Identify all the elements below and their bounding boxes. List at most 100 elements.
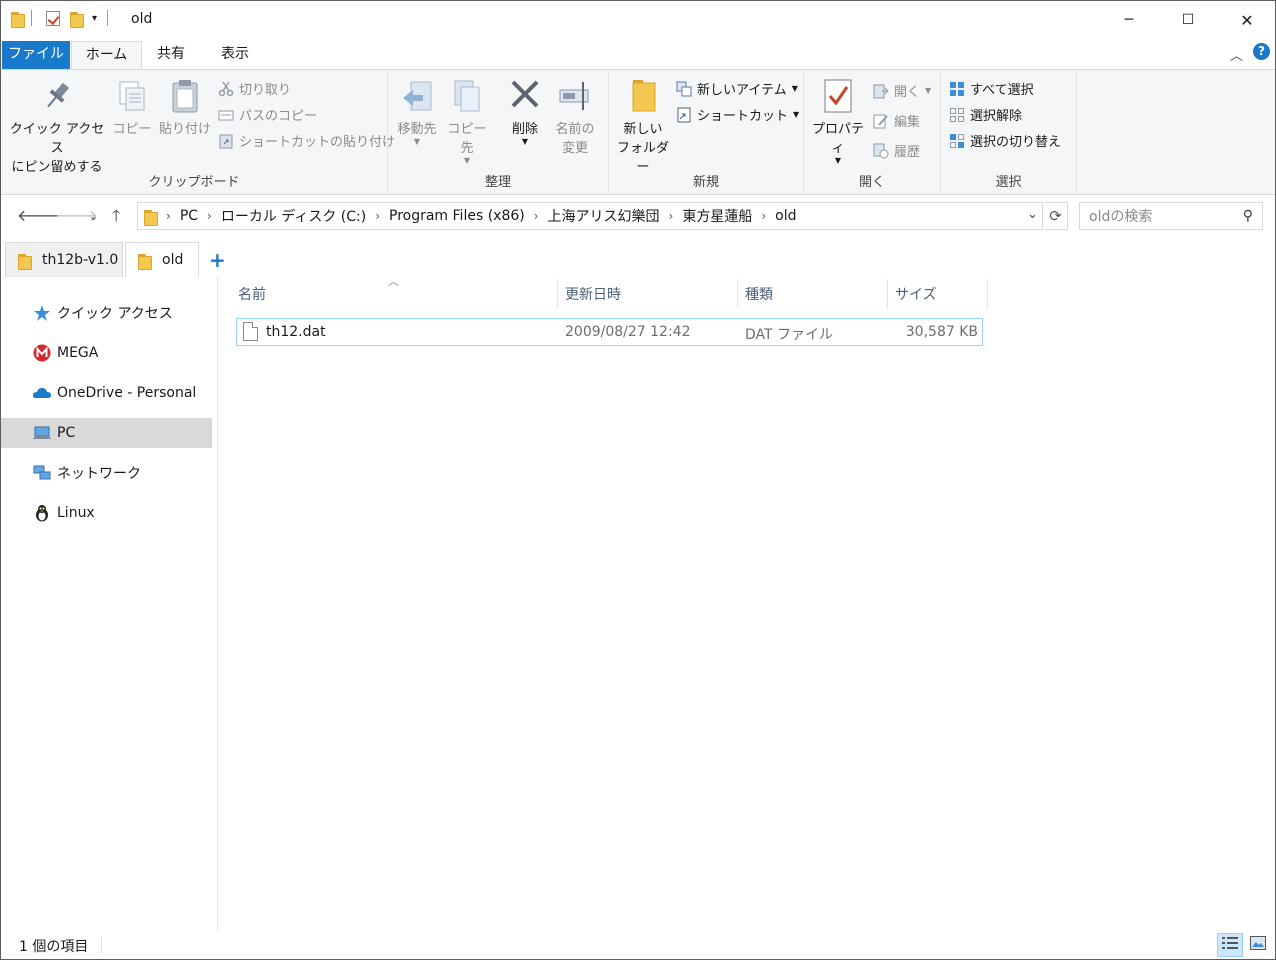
edit-label: 編集	[894, 115, 921, 130]
properties-label: プロパティ	[811, 122, 864, 156]
history-button[interactable]: 履歴	[873, 141, 920, 160]
copy-path-icon	[218, 107, 234, 123]
open-button[interactable]: 開く ▼	[873, 81, 931, 100]
copy-label: コピー	[112, 122, 152, 137]
breadcrumb-shanghai-alice[interactable]: 上海アリス幻樂団	[548, 206, 660, 226]
refresh-icon[interactable]: ⟳	[1044, 202, 1068, 230]
large-icons-view-button[interactable]	[1245, 933, 1271, 957]
column-header-type[interactable]: 種類	[737, 277, 887, 311]
new-folder-qat-icon[interactable]	[70, 11, 84, 28]
file-icon	[243, 322, 258, 341]
folder-icon	[138, 253, 152, 270]
nav-label: PC	[57, 425, 76, 441]
file-size: 30,587 KB	[905, 324, 978, 340]
tab-share[interactable]: 共有	[145, 41, 197, 69]
column-header-size[interactable]: サイズ	[887, 277, 987, 311]
close-button[interactable]: ✕	[1224, 1, 1270, 39]
folder-tab-th12b[interactable]: th12b-v1.0	[5, 242, 123, 277]
chevron-down-icon: ▼	[791, 84, 798, 93]
folder-tab-label: th12b-v1.0	[42, 252, 119, 268]
address-dropdown-chevron-icon[interactable]: ⌄	[1027, 207, 1038, 222]
help-icon[interactable]: ?	[1253, 43, 1270, 60]
collapse-ribbon-chevron-icon[interactable]: ︿	[1230, 45, 1243, 64]
address-bar[interactable]: › PC › ローカル ディスク (C:) › Program Files (x…	[137, 202, 1043, 230]
nav-item-quick-access[interactable]: クイック アクセス	[1, 298, 212, 328]
maximize-button[interactable]: ☐	[1165, 1, 1211, 39]
breadcrumb-old[interactable]: old	[775, 208, 796, 224]
search-input[interactable]: oldの検索 ⚲	[1079, 202, 1263, 230]
cloud-icon	[33, 384, 51, 402]
nav-item-pc[interactable]: PC	[1, 418, 212, 448]
column-divider[interactable]	[987, 279, 988, 309]
file-list: ︿ 名前 更新日時 種類 サイズ th12.dat 2009/08/27 12:…	[217, 275, 1275, 931]
column-header-modified[interactable]: 更新日時	[557, 277, 737, 311]
up-arrow-icon[interactable]: 🡑	[112, 205, 120, 232]
delete-button[interactable]: 削除 ▼	[502, 78, 548, 146]
folder-icon	[18, 253, 32, 270]
move-to-button[interactable]: 移動先 ▼	[392, 78, 442, 146]
new-group-label: 新規	[692, 175, 719, 190]
nav-item-network[interactable]: ネットワーク	[1, 458, 212, 488]
nav-item-linux[interactable]: Linux	[1, 498, 212, 528]
properties-qat-icon[interactable]	[46, 10, 60, 26]
copy-button[interactable]: コピー	[111, 78, 153, 139]
file-name: th12.dat	[266, 324, 326, 340]
pin-quick-access-button[interactable]: クイック アクセス にピン留めする	[7, 78, 107, 177]
new-item-icon	[676, 81, 692, 97]
clipboard-group: クイック アクセス にピン留めする コピー 貼り付け 切り取り パスのコピー シ…	[1, 70, 395, 194]
organize-group-label: 整理	[484, 175, 511, 190]
breadcrumb-pc[interactable]: PC	[180, 208, 198, 224]
edit-button[interactable]: 編集	[873, 111, 920, 130]
paste-shortcut-button[interactable]: ショートカットの貼り付け	[218, 131, 395, 150]
paste-button[interactable]: 貼り付け	[157, 78, 213, 139]
nav-item-mega[interactable]: MEGA	[1, 338, 212, 368]
select-group: すべて選択 選択解除 選択の切り替え 選択	[941, 70, 1077, 194]
invert-selection-button[interactable]: 選択の切り替え	[949, 131, 1061, 150]
select-none-label: 選択解除	[970, 109, 1023, 124]
tab-home[interactable]: ホーム	[71, 41, 142, 70]
cut-button[interactable]: 切り取り	[218, 79, 291, 98]
search-icon[interactable]: ⚲	[1243, 208, 1253, 224]
copy-to-button[interactable]: コピー先 ▼	[442, 78, 492, 165]
chevron-right-icon[interactable]: ›	[534, 209, 539, 223]
nav-label: クイック アクセス	[57, 306, 173, 322]
select-none-icon	[949, 107, 965, 123]
ribbon-tabs: ファイル ホーム 共有 表示 ︿ ?	[1, 39, 1275, 70]
network-icon	[33, 464, 51, 482]
minimize-button[interactable]: ─	[1106, 1, 1152, 39]
recent-locations-chevron-icon[interactable]: ⌄	[89, 210, 98, 223]
tab-view[interactable]: 表示	[209, 41, 261, 69]
large-icons-view-icon	[1250, 936, 1266, 954]
add-tab-plus-icon[interactable]: +	[209, 248, 226, 272]
new-folder-button[interactable]: 新しい フォルダー	[611, 78, 675, 177]
nav-item-onedrive[interactable]: OneDrive - Personal	[1, 378, 212, 408]
properties-button[interactable]: プロパティ ▼	[806, 78, 870, 165]
chevron-right-icon[interactable]: ›	[375, 209, 380, 223]
chevron-right-icon: ›	[166, 209, 171, 223]
breadcrumb-program-files[interactable]: Program Files (x86)	[389, 208, 525, 224]
cut-label: 切り取り	[239, 83, 292, 98]
chevron-right-icon[interactable]: ›	[669, 209, 674, 223]
breadcrumb-touhou[interactable]: 東方星蓮船	[682, 206, 752, 226]
copy-path-button[interactable]: パスのコピー	[218, 105, 317, 124]
select-none-button[interactable]: 選択解除	[949, 105, 1022, 124]
column-header-name[interactable]: 名前	[230, 277, 557, 311]
shortcut-button[interactable]: ショートカット ▼	[676, 105, 799, 124]
rename-button[interactable]: 名前の 変更	[550, 78, 600, 158]
folder-tab-old[interactable]: old	[125, 242, 199, 277]
new-item-button[interactable]: 新しいアイテム ▼	[676, 79, 798, 98]
table-row[interactable]: th12.dat 2009/08/27 12:42 DAT ファイル 30,58…	[236, 318, 983, 346]
chevron-right-icon[interactable]: ›	[207, 209, 212, 223]
explorer-window: ▾ old ─ ☐ ✕ ファイル ホーム 共有 表示 ︿ ? クイック アクセス…	[0, 0, 1276, 960]
back-arrow-icon[interactable]: 🡐	[17, 205, 60, 225]
search-placeholder: oldの検索	[1089, 209, 1153, 225]
chevron-right-icon[interactable]: ›	[761, 209, 766, 223]
select-all-button[interactable]: すべて選択	[949, 79, 1034, 98]
breadcrumb-local-disk[interactable]: ローカル ディスク (C:)	[221, 206, 366, 226]
clipboard-group-label: クリップボード	[148, 175, 240, 190]
details-view-button[interactable]	[1217, 933, 1243, 957]
tab-file[interactable]: ファイル	[2, 41, 70, 69]
customize-qat-chevron-icon[interactable]: ▾	[92, 13, 97, 24]
new-folder-label-line1: 新しい	[623, 122, 663, 137]
title-bar: ▾ old ─ ☐ ✕	[1, 1, 1275, 39]
